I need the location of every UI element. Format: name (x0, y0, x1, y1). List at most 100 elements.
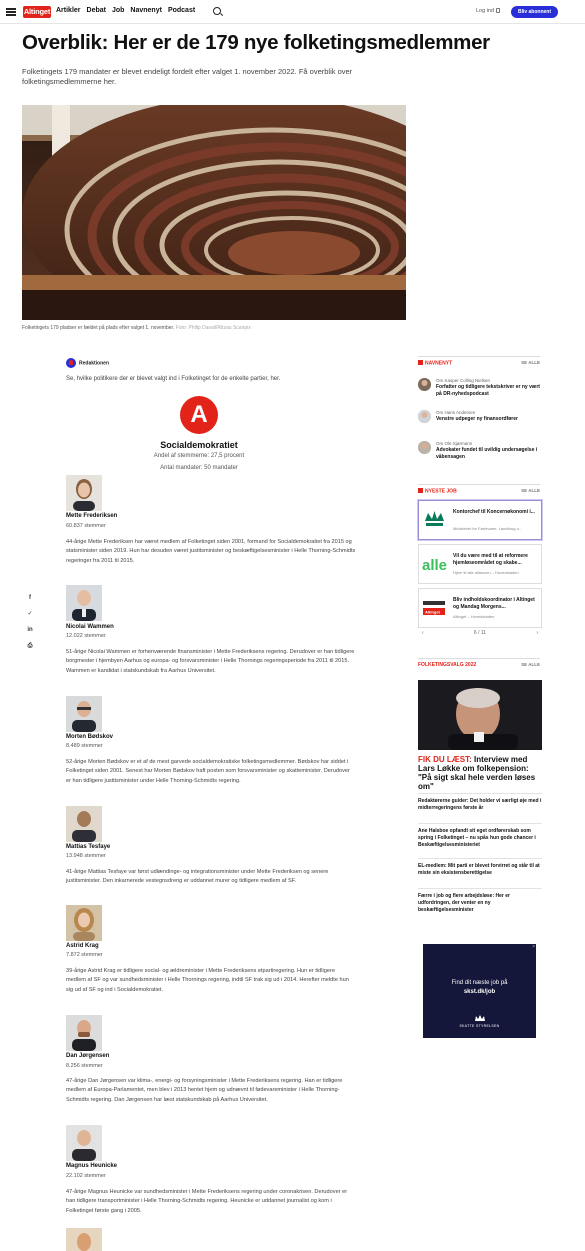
party-vote-share: Andel af stemmerne: 27,5 procent (153, 453, 245, 459)
nav-podcast[interactable]: Podcast (168, 7, 195, 14)
page-title: Overblik: Her er de 179 nye folketingsme… (22, 31, 490, 54)
avatar (418, 378, 431, 391)
valg-feature-image[interactable] (418, 680, 542, 750)
member-photo (66, 1015, 102, 1051)
jobs-title: NYESTE JOB (418, 488, 457, 495)
job-employer: Ministeriet for Fødevarer, Landbrug o... (453, 526, 523, 531)
linkedin-icon[interactable]: in (26, 626, 34, 634)
member-votes: 8.489 stemmer (66, 743, 103, 749)
valg-list-item[interactable]: Færre i job og flere arbejdsløse: Her er… (418, 888, 542, 914)
bell-icon (418, 360, 423, 365)
image-caption: Folketingets 179 pladser er fældet på pl… (22, 325, 251, 331)
member-votes: 8.256 stemmer (66, 1063, 103, 1069)
member-photo (66, 806, 102, 842)
navnenyt-headline: Forfatter og tidligere tekstskriver er n… (436, 384, 540, 397)
member-bio: 47-årige Dan Jørgensen var klima-, energ… (66, 1078, 343, 1103)
member-votes: 13.948 stemmer (66, 853, 106, 859)
author-byline[interactable]: Redaktionen (66, 358, 109, 368)
top-bar: Altinget Artikler Debat Job Navnenyt Podcast… (0, 0, 585, 24)
alle-logo-text: alle (422, 557, 447, 574)
altinget-mm-logo: Altinget (422, 595, 447, 621)
navnenyt-who: Om Hans Andersen (436, 410, 476, 415)
author-avatar (66, 358, 76, 368)
valg-list-item[interactable]: Ane Halsboe opfandt sit eget ordførerska… (418, 823, 542, 849)
member-bio: 39-årige Astrid Krag er tidligere social… (66, 968, 349, 993)
party-name: Socialdemokratiet (160, 440, 238, 450)
member-bio: 52-årige Morten Bødskov er et af de mest… (66, 759, 350, 784)
member-votes: 7.872 stemmer (66, 952, 103, 958)
main-nav: Artikler Debat Job Navnenyt Podcast (56, 7, 201, 14)
jobs-see-all[interactable]: SE ALLE (521, 488, 540, 493)
member-name: Nicolai Wammen (66, 624, 114, 630)
navnenyt-headline: Advokater fundet til uvildig undersøgels… (436, 447, 538, 460)
facebook-icon[interactable]: f (26, 594, 34, 602)
altinget-logo[interactable]: Altinget (23, 6, 51, 18)
job-title: Kontorchef til Koncernøkonomi i... (453, 509, 535, 515)
nav-job[interactable]: Job (112, 7, 124, 14)
job-card[interactable]: Altinget Bliv indholdskoordinator i Alti… (418, 588, 542, 628)
member-photo (66, 1228, 102, 1251)
alle-logo: alle (422, 551, 447, 577)
valg-see-all[interactable]: SE ALLE (521, 662, 540, 667)
ad-close-icon[interactable]: × (532, 944, 535, 950)
member-bio: 51-årige Nicolai Wammen er forhenværende… (66, 649, 355, 674)
crown-icon (475, 1015, 485, 1021)
member-bio: 44-årige Mette Frederiksen har været med… (66, 539, 356, 564)
nav-debat[interactable]: Debat (87, 7, 106, 14)
ad-line-1: Find dit næste job på (451, 980, 508, 986)
job-employer: Altinget – Hovedstaden (453, 614, 495, 619)
job-card[interactable]: Kontorchef til Koncernøkonomi i... Minis… (418, 500, 542, 540)
member-photo (66, 585, 102, 621)
nav-artikler[interactable]: Artikler (56, 7, 81, 14)
photo-credit: Foto: Philip Davali/Ritzau Scanpix (175, 325, 251, 331)
job-card[interactable]: alle Vil du være med til at reformere hj… (418, 544, 542, 584)
ad-brand: SKATTE STYRELSEN (459, 1024, 500, 1028)
article-intro: Se, hvilke politikere der er blevet valg… (66, 376, 281, 382)
party-logo: A (180, 396, 218, 434)
print-icon[interactable]: ⎙ (26, 642, 34, 650)
member-votes: 12.022 stemmer (66, 633, 106, 639)
member-name: Mattias Tesfaye (66, 844, 111, 850)
hero-image (22, 105, 406, 320)
valg-feature-kicker: FIK DU LÆST: (418, 755, 472, 764)
article-lead: Folketingets 179 mandater er blevet ende… (22, 67, 353, 86)
twitter-icon[interactable]: ✓ (26, 610, 34, 618)
member-votes: 22.102 stemmer (66, 1173, 106, 1179)
job-title: Vil du være med til at reformere hjemløs… (453, 553, 528, 566)
navnenyt-who: Om Kasper Colling Nielsen (436, 378, 491, 383)
avatar (418, 441, 431, 454)
member-name: Mette Frederiksen (66, 513, 118, 519)
parliament-chamber-photo (22, 105, 406, 320)
login-label: Log ind (476, 8, 495, 14)
altinget-logo-text: Altinget (425, 610, 441, 615)
author-name: Redaktionen (79, 360, 110, 367)
member-votes: 60.837 stemmer (66, 523, 106, 529)
navnenyt-header: NAVNENYT SE ALLE (418, 356, 540, 368)
navnenyt-title: NAVNENYT (418, 360, 452, 367)
caption-text: Folketingets 179 pladser er fældet på pl… (22, 325, 175, 331)
valg-list-item[interactable]: Redaktørerne guider: Det holder vi særli… (418, 793, 542, 812)
pager-count: 6 / 11 (473, 630, 487, 636)
nav-navnenyt[interactable]: Navnenyt (130, 7, 162, 14)
member-name: Morten Bødskov (66, 734, 114, 740)
menu-icon[interactable] (6, 8, 16, 16)
party-seats: Antal mandater: 50 mandater (160, 465, 238, 471)
search-icon[interactable] (213, 7, 221, 15)
member-photo (66, 475, 102, 511)
valg-header: FOLKETINGSVALG 2022 SE ALLE (418, 658, 540, 670)
job-title: Bliv indholdskoordinator i Altinget og M… (453, 597, 535, 610)
member-photo (66, 696, 102, 732)
valg-title: FOLKETINGSVALG 2022 (418, 662, 477, 668)
subscribe-button[interactable]: Bliv abonnent (511, 6, 558, 18)
navnenyt-headline: Venstre udpeger ny finansordfører (436, 416, 518, 422)
login-link[interactable]: Log ind (476, 8, 501, 14)
member-name: Magnus Heunicke (66, 1163, 118, 1169)
advertisement[interactable]: × Find dit næste job på skst.dk/job SKAT… (423, 944, 536, 1038)
crown-logo-icon (422, 507, 447, 533)
chevron-right-icon[interactable]: › (536, 630, 538, 636)
valg-list-item[interactable]: EL-medlem: Mit parti er blevet forvirret… (418, 858, 542, 877)
navnenyt-see-all[interactable]: SE ALLE (521, 360, 540, 365)
valg-feature-headline[interactable]: FIK DU LÆST: Interview med Lars Løkke om… (418, 755, 542, 791)
member-name: Dan Jørgensen (66, 1053, 110, 1059)
member-name: Astrid Krag (66, 943, 99, 949)
